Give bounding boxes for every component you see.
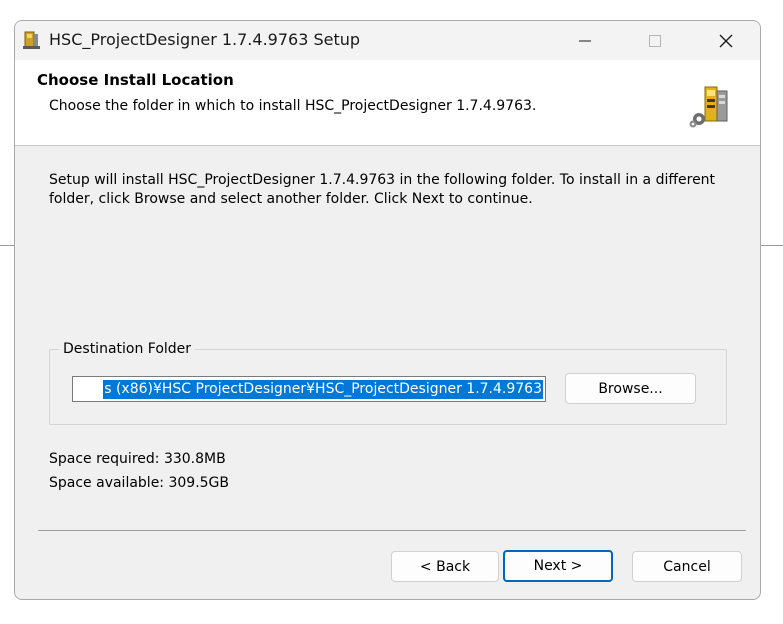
setup-dialog: HSC_ProjectDesigner 1.7.4.9763 Setup Cho… xyxy=(14,20,761,600)
close-icon xyxy=(719,34,733,47)
space-required: Space required: 330.8MB xyxy=(49,451,226,467)
destination-folder-label: Destination Folder xyxy=(59,341,196,357)
minimize-button[interactable] xyxy=(562,21,608,60)
cancel-button[interactable]: Cancel xyxy=(632,551,742,582)
destination-path-input[interactable]: s (x86)¥HSC ProjectDesigner¥HSC_ProjectD… xyxy=(72,376,546,402)
window-title: HSC_ProjectDesigner 1.7.4.9763 Setup xyxy=(49,30,361,49)
intro-text: Setup will install HSC_ProjectDesigner 1… xyxy=(49,172,716,207)
browse-button[interactable]: Browse... xyxy=(565,373,696,404)
destination-path-text: s (x86)¥HSC ProjectDesigner¥HSC_ProjectD… xyxy=(103,380,543,399)
device-gears-icon xyxy=(689,86,728,128)
close-button[interactable] xyxy=(703,21,749,60)
background-line-left xyxy=(0,245,14,246)
back-button[interactable]: < Back xyxy=(391,551,499,582)
page-subtitle: Choose the folder in which to install HS… xyxy=(49,98,537,114)
wizard-header: Choose Install Location Choose the folde… xyxy=(15,60,760,146)
maximize-button xyxy=(632,21,678,60)
minimize-icon xyxy=(579,40,591,41)
installer-app-icon xyxy=(23,31,40,49)
title-bar[interactable]: HSC_ProjectDesigner 1.7.4.9763 Setup xyxy=(15,21,760,60)
maximize-icon xyxy=(649,34,661,47)
background-line-right xyxy=(761,245,783,246)
space-available: Space available: 309.5GB xyxy=(49,475,230,491)
next-button[interactable]: Next > xyxy=(503,550,613,582)
footer-separator xyxy=(38,530,746,531)
page-title: Choose Install Location xyxy=(37,71,234,89)
